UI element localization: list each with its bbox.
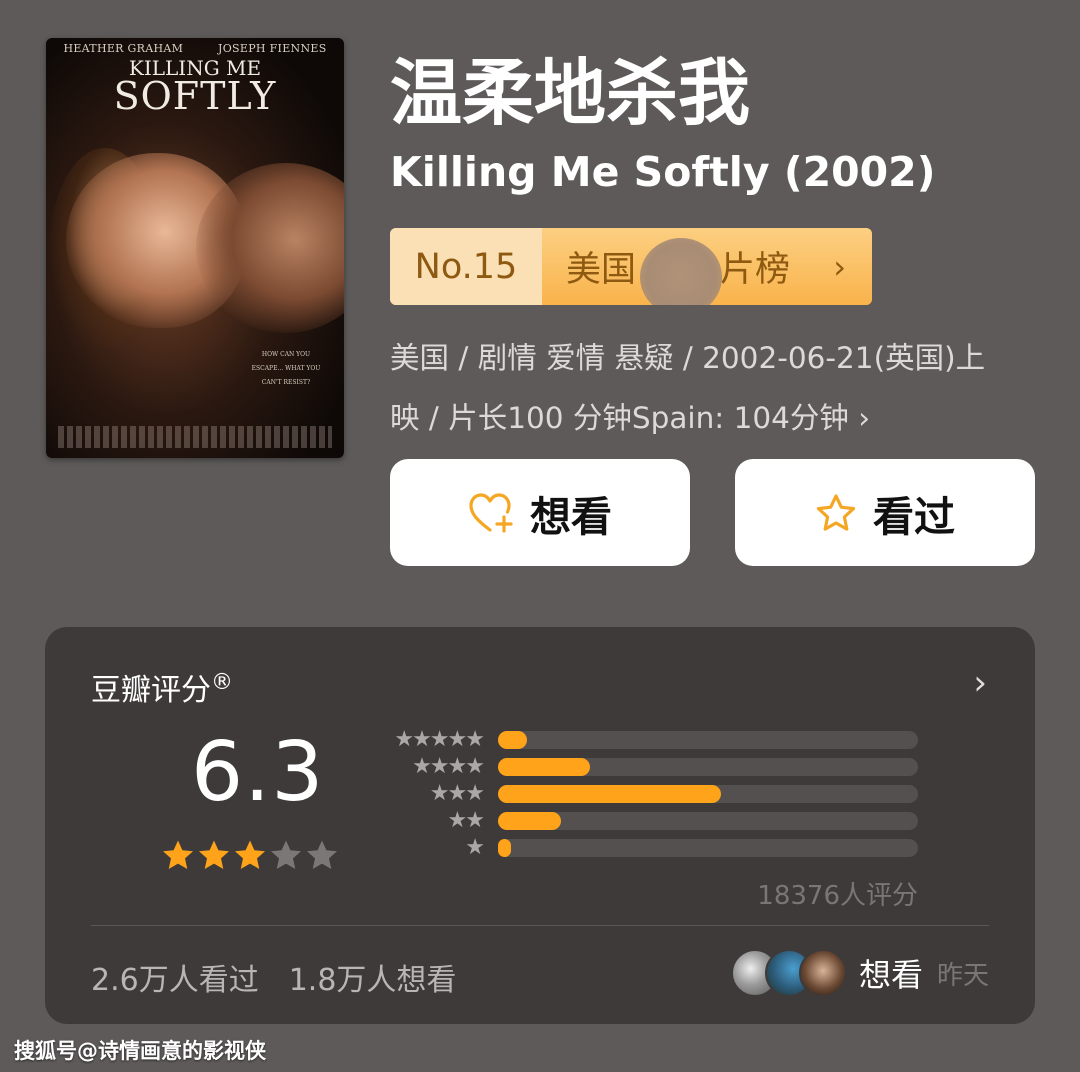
rating-bar-fill	[498, 785, 721, 803]
rating-row-stars: ★ ★	[375, 808, 485, 833]
rating-bar-fill	[498, 812, 561, 830]
movie-meta-info[interactable]: 美国 / 剧情 爱情 悬疑 / 2002-06-21(英国)上 映 / 片长10…	[390, 328, 1050, 448]
rank-badge[interactable]: No.15 美国 片榜 ›	[390, 228, 872, 305]
rating-row-stars: ★ ★ ★ ★	[375, 754, 485, 779]
poster-tagline: HOW CAN YOU ESCAPE... WHAT YOU CAN'T RES…	[251, 351, 321, 386]
divider	[91, 925, 989, 926]
star-filled-icon	[235, 840, 265, 869]
rating-bar-fill	[498, 731, 527, 749]
star-outline-icon	[816, 493, 856, 531]
rank-list-link[interactable]: 美国 片榜 ›	[542, 228, 872, 305]
chevron-right-icon: ›	[833, 247, 846, 286]
rating-section-title-text: 豆瓣评分	[91, 673, 211, 708]
rating-bar-track	[498, 785, 918, 803]
rating-row-5-star: ★ ★ ★ ★ ★	[375, 727, 918, 752]
meta-line-2: 映 / 片长100 分钟Spain: 104分钟 ›	[390, 401, 871, 435]
small-star-icon: ★	[465, 754, 485, 779]
small-star-icon: ★	[465, 727, 485, 752]
rating-row-4-star: ★ ★ ★ ★	[375, 754, 918, 779]
poster-actor-right: JOSEPH FIENNES	[218, 42, 327, 55]
watermark: 搜狐号@诗情画意的影视侠	[14, 1039, 266, 1063]
want-to-watch-button[interactable]: 想看	[390, 459, 690, 566]
rating-bar-fill	[498, 758, 590, 776]
star-filled-icon	[199, 840, 229, 869]
rating-bar-track	[498, 839, 918, 857]
small-star-icon: ★	[465, 835, 485, 860]
watch-stats: 2.6万人看过 1.8万人想看	[91, 955, 456, 999]
rating-row-stars: ★ ★ ★	[375, 781, 485, 806]
small-star-icon: ★	[465, 808, 485, 833]
movie-title-cn: 温柔地杀我	[390, 51, 751, 135]
poster-actors: HEATHER GRAHAM JOSEPH FIENNES	[46, 42, 344, 55]
rank-list-name: 美国	[566, 250, 637, 290]
rating-bar-track	[498, 812, 918, 830]
rating-row-1-star: ★	[375, 835, 918, 860]
rating-row-3-star: ★ ★ ★	[375, 781, 918, 806]
heart-plus-icon	[469, 492, 513, 533]
rating-score: 6.3	[191, 725, 325, 820]
rating-row-stars: ★	[375, 835, 485, 860]
meta-line-1: 美国 / 剧情 爱情 悬疑 / 2002-06-21(英国)上	[390, 341, 986, 375]
small-star-icon: ★	[465, 781, 485, 806]
rank-number: No.15	[390, 228, 542, 305]
rating-row-stars: ★ ★ ★ ★ ★	[375, 727, 485, 752]
registered-mark: ®	[211, 670, 233, 695]
score-stars	[161, 839, 339, 871]
watched-label: 看过	[873, 492, 955, 541]
star-empty-icon	[307, 840, 337, 869]
want-count: 1.8万人想看	[288, 963, 457, 998]
poster-actor-left: HEATHER GRAHAM	[63, 42, 184, 55]
douban-rating-card[interactable]: 豆瓣评分® › 6.3 ★ ★ ★ ★ ★ ★ ★ ★ ★ ★ ★ ★ ★ ★ ★ 18376人评分 2.6…	[45, 627, 1035, 1024]
chevron-right-icon[interactable]: ›	[973, 663, 987, 703]
poster-title-line2: SOFTLY	[113, 74, 277, 118]
rank-list-suffix: 片榜	[720, 250, 791, 290]
rating-bar-track	[498, 731, 918, 749]
rating-count: 18376人评分	[757, 881, 918, 911]
avatar	[798, 949, 847, 997]
rating-bar-track	[498, 758, 918, 776]
watched-count: 2.6万人看过	[91, 963, 259, 998]
poster-credits-block	[58, 426, 332, 448]
friend-time: 昨天	[936, 960, 989, 991]
want-to-watch-label: 想看	[530, 492, 612, 541]
star-filled-icon	[163, 840, 193, 869]
movie-title-en: Killing Me Softly (2002)	[390, 148, 936, 196]
watched-button[interactable]: 看过	[735, 459, 1035, 566]
rating-row-2-star: ★ ★	[375, 808, 918, 833]
friend-action: 想看	[858, 956, 923, 994]
friends-activity[interactable]: 想看 昨天	[730, 949, 989, 997]
star-empty-icon	[271, 840, 301, 869]
rating-bar-fill	[498, 839, 511, 857]
blur-mask	[640, 238, 722, 305]
movie-poster[interactable]: HEATHER GRAHAM JOSEPH FIENNES KILLING ME…	[46, 38, 344, 458]
rating-section-title: 豆瓣评分®	[91, 665, 233, 709]
